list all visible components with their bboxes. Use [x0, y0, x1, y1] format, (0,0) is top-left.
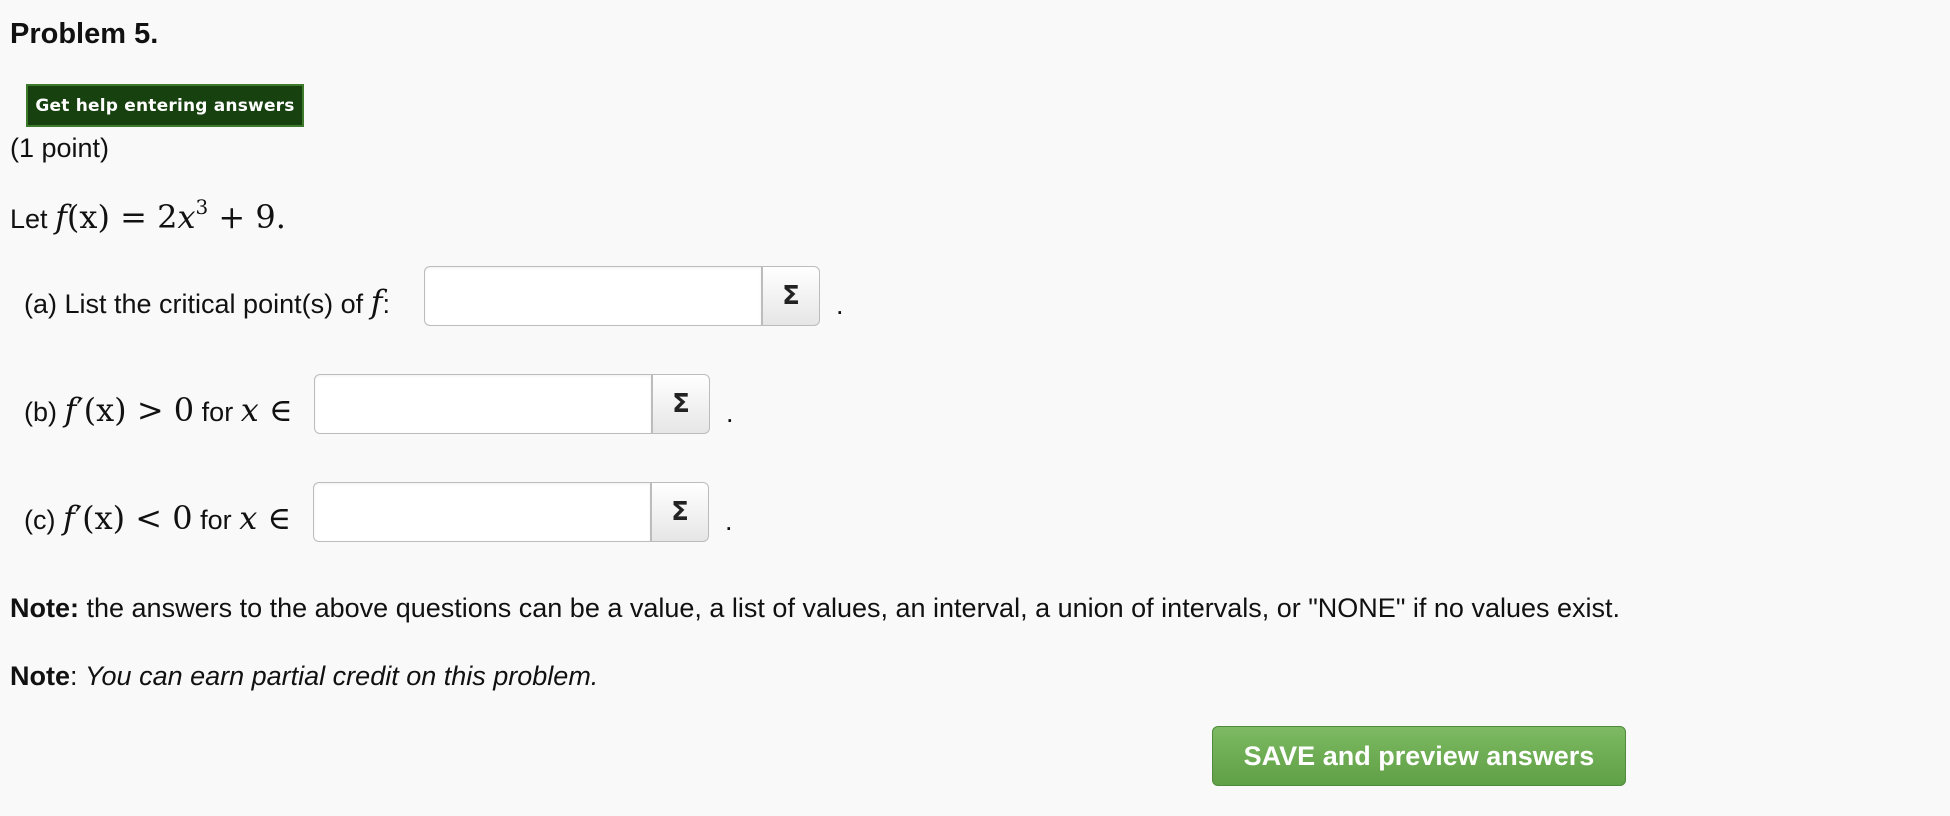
part-b-answer-input[interactable]: [314, 374, 652, 434]
function-var: x: [177, 198, 196, 236]
part-b-element-of: ∈: [268, 391, 293, 429]
let-prefix: Let: [10, 204, 48, 234]
part-b-for: for: [201, 397, 234, 427]
function-definition: Let f(x) = 2x3 + 9.: [10, 195, 286, 236]
note2-text: You can earn partial credit on this prob…: [85, 661, 599, 691]
part-c-period: .: [725, 506, 733, 536]
part-c-answer-input[interactable]: [313, 482, 651, 542]
save-preview-button[interactable]: SAVE and preview answers: [1212, 726, 1626, 786]
part-b-prompt: (b) f′(x) > 0 for x ∈: [24, 391, 293, 429]
part-c-prompt: (c) f′(x) < 0 for x ∈: [24, 499, 291, 537]
note1-bold: Note:: [10, 593, 79, 623]
part-b-function: f: [64, 391, 77, 429]
part-c-label: (c): [24, 505, 56, 535]
function-name: f: [55, 198, 67, 236]
part-a-label: (a) List the critical point(s) of: [24, 289, 364, 319]
part-a-colon: :: [382, 289, 390, 319]
part-c-equation-editor-button[interactable]: Σ: [651, 482, 709, 542]
part-b-var: x: [240, 391, 259, 429]
part-a-period: .: [836, 290, 844, 320]
function-eq: = 2: [109, 198, 178, 236]
part-b-equation-editor-button[interactable]: Σ: [652, 374, 710, 434]
note-partial-credit: Note: You can earn partial credit on thi…: [10, 661, 598, 692]
problem-title: Problem 5.: [10, 18, 159, 50]
part-a-function: f: [370, 283, 383, 321]
part-c-for: for: [200, 505, 232, 535]
part-b-period: .: [726, 398, 734, 428]
note1-text: the answers to the above questions can b…: [79, 593, 1621, 623]
part-a-answer-input[interactable]: [424, 266, 762, 326]
part-c-function: f: [63, 499, 75, 537]
function-rest: + 9.: [208, 198, 286, 236]
note2-colon: :: [70, 661, 86, 691]
note2-bold: Note: [10, 661, 70, 691]
part-a-prompt: (a) List the critical point(s) of f:: [24, 283, 390, 321]
function-arg: (x): [66, 198, 110, 236]
function-exponent: 3: [195, 195, 209, 219]
part-b-inequality: ′(x) > 0: [76, 391, 195, 429]
part-c-inequality: ′(x) < 0: [74, 499, 193, 537]
part-a-equation-editor-button[interactable]: Σ: [762, 266, 820, 326]
help-entering-answers-button[interactable]: Get help entering answers: [26, 84, 304, 127]
note-answers-format: Note: the answers to the above questions…: [10, 593, 1620, 624]
points-label: (1 point): [10, 133, 110, 163]
part-c-var: x: [239, 499, 258, 537]
part-b-label: (b): [24, 397, 57, 427]
part-c-element-of: ∈: [267, 499, 292, 537]
